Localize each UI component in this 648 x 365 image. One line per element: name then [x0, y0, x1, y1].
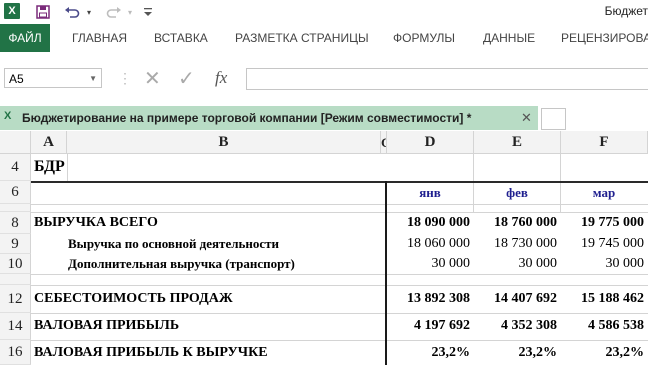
- cell-f8[interactable]: 19 775 000: [561, 215, 644, 231]
- cell-e6[interactable]: фев: [474, 185, 560, 201]
- gridline: [31, 313, 648, 314]
- cell-d14[interactable]: 4 197 692: [387, 318, 470, 334]
- window-title: Бюджет: [604, 4, 648, 18]
- name-box-dropdown-icon[interactable]: ▼: [89, 69, 97, 89]
- column-header-f[interactable]: F: [561, 131, 648, 154]
- cell-d12[interactable]: 13 892 308: [387, 291, 470, 307]
- tab-review[interactable]: РЕЦЕНЗИРОВА: [555, 24, 648, 52]
- column-header-e[interactable]: E: [474, 131, 561, 154]
- tab-insert[interactable]: ВСТАВКА: [148, 24, 214, 52]
- row-header-10[interactable]: 10: [0, 254, 31, 274]
- excel-logo-icon[interactable]: X: [4, 3, 20, 19]
- cell-e9[interactable]: 18 730 000: [474, 236, 557, 252]
- insert-function-icon[interactable]: fx: [215, 67, 227, 89]
- row-header-7[interactable]: [0, 204, 31, 212]
- cell-a8[interactable]: ВЫРУЧКА ВСЕГО: [34, 215, 158, 231]
- save-icon[interactable]: [34, 3, 52, 21]
- name-box[interactable]: A5 ▼: [4, 68, 102, 88]
- row-header-6[interactable]: 6: [0, 181, 31, 204]
- cell-a14[interactable]: ВАЛОВАЯ ПРИБЫЛЬ: [34, 318, 179, 334]
- cell-a12[interactable]: СЕБЕСТОИМОСТЬ ПРОДАЖ: [34, 291, 233, 307]
- row-header-11[interactable]: [0, 274, 31, 285]
- row-header-4[interactable]: 4: [0, 154, 31, 181]
- gridline: [31, 204, 648, 205]
- column-header-b[interactable]: B: [67, 131, 381, 154]
- gridline: [31, 285, 648, 286]
- row-header-12[interactable]: 12: [0, 285, 31, 313]
- border-line: [31, 181, 648, 183]
- undo-dropdown-icon[interactable]: ▾: [84, 3, 94, 21]
- row-header-8[interactable]: 8: [0, 212, 31, 234]
- formula-bar-splitter-icon[interactable]: ⋮: [118, 67, 132, 89]
- tab-data[interactable]: ДАННЫЕ: [477, 24, 541, 52]
- cell-b10[interactable]: Дополнительная выручка (транспорт): [68, 256, 295, 272]
- cell-d16[interactable]: 23,2%: [387, 345, 471, 361]
- row-header-16[interactable]: 16: [0, 340, 31, 365]
- name-box-value: A5: [9, 72, 24, 86]
- enter-icon[interactable]: ✓: [178, 67, 195, 90]
- gridline: [31, 212, 648, 213]
- gridline: [67, 154, 68, 181]
- cell-a4[interactable]: БДР: [34, 158, 65, 176]
- workbook-title: Бюджетирование на примере торговой компа…: [22, 111, 472, 125]
- column-header-a[interactable]: A: [31, 131, 67, 154]
- row-header-9[interactable]: 9: [0, 234, 31, 254]
- cancel-icon[interactable]: ✕: [144, 67, 161, 90]
- tab-file[interactable]: ФАЙЛ: [0, 24, 50, 52]
- cell-f16[interactable]: 23,2%: [561, 345, 645, 361]
- cell-f9[interactable]: 19 745 000: [561, 236, 644, 252]
- cell-b9[interactable]: Выручка по основной деятельности: [68, 236, 279, 252]
- cell-e12[interactable]: 14 407 692: [474, 291, 557, 307]
- title-bar: X ▾ ▾ Бюджет: [0, 0, 648, 24]
- tab-formulas[interactable]: ФОРМУЛЫ: [387, 24, 461, 52]
- tab-page-layout[interactable]: РАЗМЕТКА СТРАНИЦЫ: [229, 24, 375, 52]
- cell-f14[interactable]: 4 586 538: [561, 318, 644, 334]
- cell-d8[interactable]: 18 090 000: [387, 215, 470, 231]
- row-header-14[interactable]: 14: [0, 313, 31, 340]
- cell-d10[interactable]: 30 000: [387, 256, 471, 272]
- workbook-tab[interactable]: X Бюджетирование на примере торговой ком…: [0, 106, 538, 130]
- cell-f10[interactable]: 30 000: [561, 256, 645, 272]
- cell-e16[interactable]: 23,2%: [474, 345, 558, 361]
- cell-e10[interactable]: 30 000: [474, 256, 558, 272]
- formula-input[interactable]: [246, 68, 648, 90]
- close-icon[interactable]: ✕: [521, 110, 532, 126]
- column-border-line: [385, 181, 387, 365]
- cell-f6[interactable]: мар: [561, 185, 647, 201]
- redo-icon[interactable]: [104, 3, 124, 21]
- customize-icon[interactable]: [142, 3, 154, 21]
- gridline: [31, 340, 648, 341]
- column-header-d[interactable]: D: [387, 131, 474, 154]
- ribbon-tabs: ФАЙЛ ГЛАВНАЯ ВСТАВКА РАЗМЕТКА СТРАНИЦЫ Ф…: [0, 24, 648, 53]
- cell-d9[interactable]: 18 060 000: [387, 236, 470, 252]
- cell-a16[interactable]: ВАЛОВАЯ ПРИБЫЛЬ К ВЫРУЧКЕ: [34, 345, 268, 361]
- cell-e14[interactable]: 4 352 308: [474, 318, 557, 334]
- undo-icon[interactable]: [62, 3, 82, 21]
- gridline: [31, 274, 648, 275]
- redo-dropdown-icon[interactable]: ▾: [125, 3, 135, 21]
- cell-e8[interactable]: 18 760 000: [474, 215, 557, 231]
- tab-home[interactable]: ГЛАВНАЯ: [66, 24, 133, 52]
- workbook-icon: X: [4, 110, 12, 122]
- cell-d6[interactable]: янв: [387, 185, 473, 201]
- workbook-tab-spacer: [541, 108, 566, 130]
- select-all-corner[interactable]: [0, 131, 31, 154]
- cell-f12[interactable]: 15 188 462: [561, 291, 644, 307]
